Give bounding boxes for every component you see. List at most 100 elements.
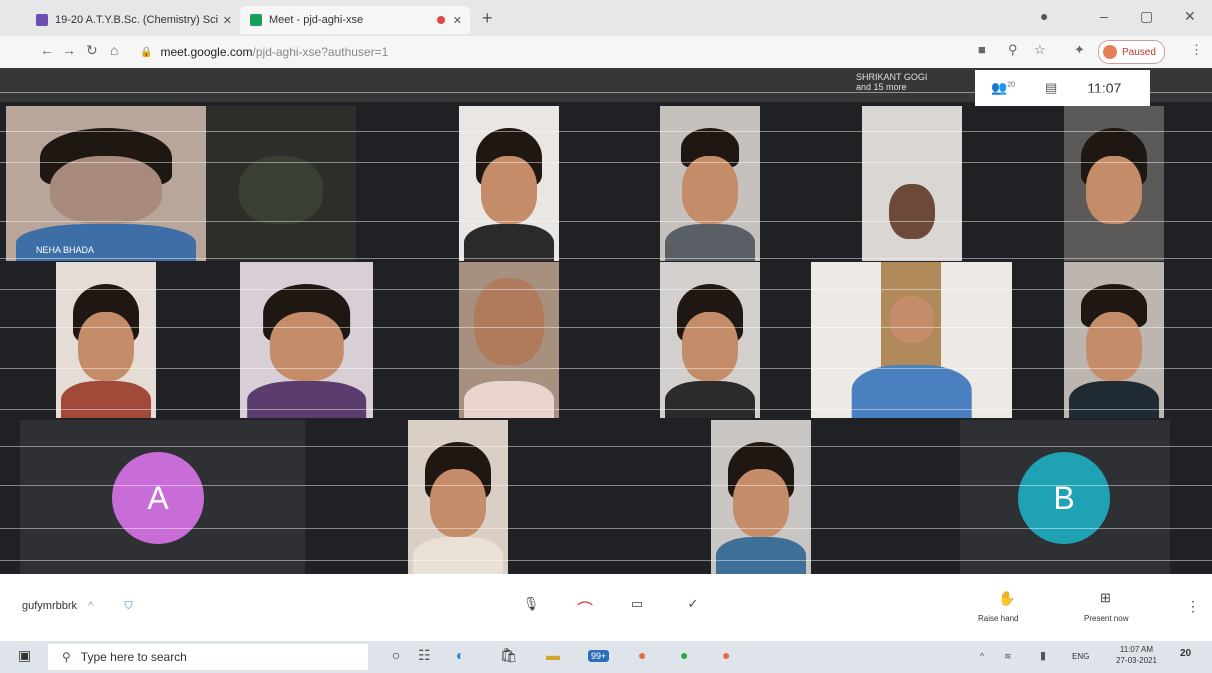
back-icon[interactable]: ← xyxy=(40,42,54,58)
participant-face xyxy=(889,183,935,240)
participant-face xyxy=(1086,155,1142,224)
profile-paused-button[interactable]: Paused xyxy=(1098,40,1165,64)
notification-center[interactable]: 20 xyxy=(1180,648,1191,659)
participant-clothing xyxy=(464,380,554,418)
system-clock[interactable]: 11:07 AM 27-03-2021 xyxy=(1116,644,1157,666)
people-count: 20 xyxy=(1007,81,1015,89)
zoom-icon[interactable]: ⚲ xyxy=(1008,42,1018,58)
participant-name: NEHA BHADA xyxy=(36,245,95,255)
people-icon[interactable]: 👥20 xyxy=(991,80,1015,96)
clock-time: 11:07 AM xyxy=(1119,645,1154,654)
browser-menu-icon[interactable]: ⋮ xyxy=(1190,42,1203,58)
attendance-check-button[interactable]: ✓ xyxy=(678,596,708,620)
participant-tile[interactable]: NEHA BHADA xyxy=(6,106,206,261)
forward-icon[interactable]: → xyxy=(62,42,76,58)
tab-title: Meet - pjd-aghi-xse xyxy=(269,14,364,26)
participant-clothing xyxy=(246,380,367,418)
close-tab-icon[interactable]: ✕ xyxy=(453,14,470,27)
participant-face xyxy=(269,311,344,381)
tray-chevron-icon[interactable]: ^ xyxy=(980,651,984,661)
participant-face xyxy=(1086,311,1142,381)
store-icon[interactable]: 🛍 xyxy=(500,647,518,664)
profile-icon[interactable]: ● xyxy=(1040,8,1048,24)
close-tab-icon[interactable]: ✕ xyxy=(223,14,240,27)
participant-tile[interactable] xyxy=(660,106,760,261)
participant-tile[interactable] xyxy=(1064,262,1164,418)
participant-tile[interactable] xyxy=(459,106,559,261)
camera-permission-icon[interactable]: ■ xyxy=(978,42,986,57)
scan-artifact xyxy=(0,528,1212,529)
file-explorer-icon[interactable]: ▬ xyxy=(546,647,560,663)
home-icon[interactable]: ⌂ xyxy=(110,42,118,58)
meeting-clock: 11:07 xyxy=(1087,80,1122,96)
raise-hand-label[interactable]: Raise hand xyxy=(978,614,1018,623)
scan-artifact xyxy=(0,446,1212,447)
meeting-details-panel: 👥20 ▤ 11:07 xyxy=(975,70,1150,106)
task-view-icon[interactable]: ☷ xyxy=(418,647,431,664)
camera-button[interactable]: ▭ xyxy=(622,596,652,620)
extensions-icon[interactable]: ✦ xyxy=(1074,42,1085,58)
battery-icon[interactable]: ▮ xyxy=(1040,649,1046,662)
participant-clothing xyxy=(1069,380,1159,418)
shield-icon[interactable]: ⛉ xyxy=(124,600,132,612)
checkmark-icon: ✓ xyxy=(687,596,699,611)
participant-tile[interactable] xyxy=(408,420,508,574)
restore-button[interactable]: ▢ xyxy=(1140,8,1153,25)
microphone-icon: 🎙 xyxy=(522,596,540,611)
video-grid: NEHA BHADA A B xyxy=(0,68,1212,574)
present-icon[interactable]: ⊞ xyxy=(1100,590,1111,606)
participant-tile[interactable] xyxy=(206,106,356,261)
participant-tile[interactable] xyxy=(811,262,1012,418)
language-indicator[interactable]: ENG xyxy=(1072,652,1089,661)
more-options-icon[interactable]: ⋮ xyxy=(1186,598,1200,615)
scan-artifact xyxy=(0,409,1212,410)
participant-tile-avatar[interactable]: A xyxy=(20,420,305,574)
close-window-button[interactable]: ✕ xyxy=(1184,8,1196,25)
scan-artifact xyxy=(0,560,1212,561)
participant-tile[interactable] xyxy=(459,262,559,418)
chat-icon[interactable]: ▤ xyxy=(1045,80,1057,96)
tab-meet[interactable]: Meet - pjd-aghi-xse ✕ xyxy=(240,6,470,34)
scan-artifact xyxy=(0,258,1212,259)
scan-artifact xyxy=(0,221,1212,222)
participant-tile[interactable] xyxy=(862,106,962,261)
scan-artifact xyxy=(0,162,1212,163)
microphone-button[interactable]: 🎙 xyxy=(516,596,546,620)
mail-badge[interactable]: 99+ xyxy=(588,650,610,662)
scan-artifact xyxy=(0,485,1212,486)
meeting-details-button[interactable]: gufymrbbrk ^ ⛉ xyxy=(22,600,133,613)
cortana-icon[interactable]: ○ xyxy=(392,647,400,663)
chrome-icon[interactable]: ● xyxy=(638,647,646,663)
reload-icon[interactable]: ↻ xyxy=(86,42,98,59)
participant-clothing xyxy=(665,380,755,418)
participant-tile[interactable] xyxy=(1064,106,1164,261)
participant-tile-avatar[interactable]: B xyxy=(960,420,1170,574)
participant-tile[interactable] xyxy=(711,420,811,574)
participant-tile[interactable] xyxy=(660,262,760,418)
participant-face xyxy=(682,311,738,381)
whatsapp-icon[interactable]: ● xyxy=(680,647,688,663)
windows-start-icon[interactable]: ▣ xyxy=(18,647,31,664)
raise-hand-icon[interactable]: ✋ xyxy=(998,590,1015,607)
present-now-label[interactable]: Present now xyxy=(1084,614,1128,623)
minimize-button[interactable]: – xyxy=(1100,8,1108,24)
url-field[interactable]: 🔒 meet.google.com /pjd-aghi-xse?authuser… xyxy=(140,40,960,64)
participant-clothing xyxy=(61,380,151,418)
taskbar-search[interactable]: ⚲ Type here to search xyxy=(48,644,368,670)
participant-clothing xyxy=(16,223,196,261)
participant-tile[interactable] xyxy=(240,262,373,418)
new-tab-button[interactable]: + xyxy=(482,8,493,29)
lock-icon: 🔒 xyxy=(140,46,153,58)
end-call-button[interactable]: ⌒ xyxy=(570,596,600,620)
bookmark-star-icon[interactable]: ☆ xyxy=(1034,42,1046,58)
edge-icon[interactable]: ◐ xyxy=(456,647,464,663)
meeting-code: gufymrbbrk xyxy=(22,600,78,612)
participant-tile[interactable] xyxy=(56,262,156,418)
meet-favicon-icon xyxy=(250,14,262,26)
chrome-profile-icon[interactable]: ● xyxy=(722,647,730,663)
participant-face xyxy=(50,155,162,224)
tab-classroom[interactable]: 19-20 A.T.Y.B.Sc. (Chemistry) Sci ✕ xyxy=(26,6,240,34)
network-icon[interactable]: ≋ xyxy=(1004,651,1012,662)
scan-artifact xyxy=(0,368,1212,369)
participant-clothing xyxy=(665,223,755,261)
